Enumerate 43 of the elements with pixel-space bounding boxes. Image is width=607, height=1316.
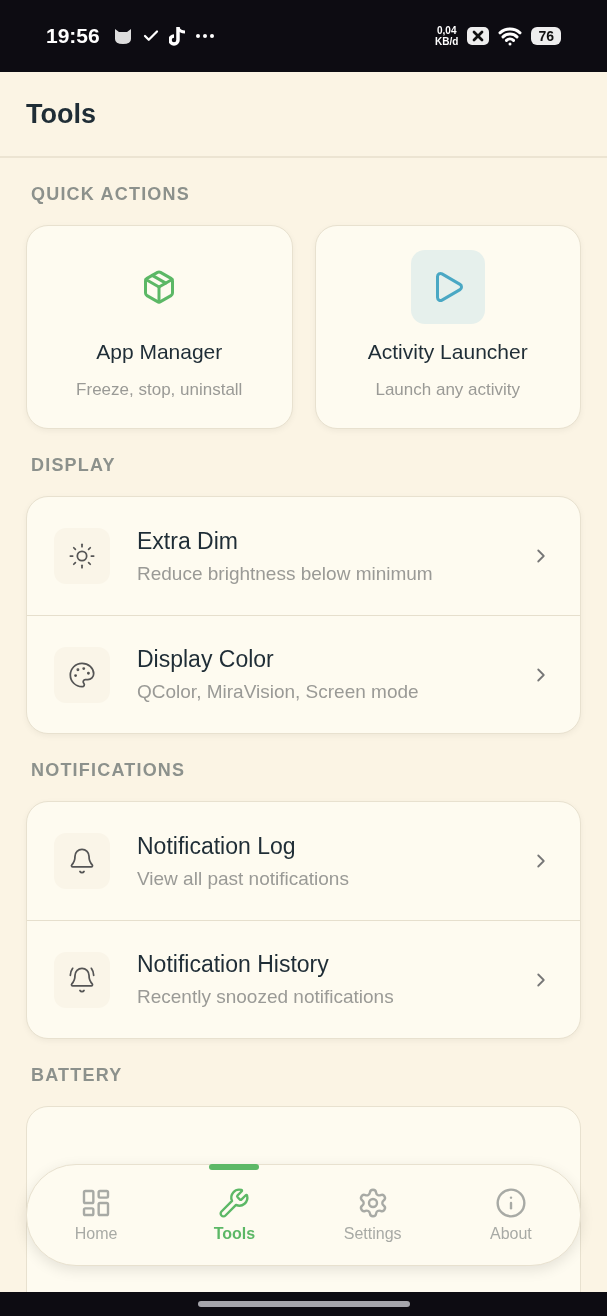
palette-icon: [68, 660, 96, 689]
row-title: Display Color: [137, 646, 275, 673]
row-subtitle: Reduce brightness below minimum: [137, 562, 434, 585]
music-note-icon: [168, 26, 187, 46]
section-heading: BATTERY: [30, 1064, 124, 1087]
nav-label: Home: [74, 1225, 118, 1243]
data-unit: KB/d: [435, 36, 459, 47]
battery-level: 76: [531, 27, 561, 45]
active-indicator: [209, 1164, 260, 1170]
row-subtitle: View all past notifications: [137, 867, 350, 890]
card-subtitle: Freeze, stop, uninstall: [76, 380, 243, 400]
row-subtitle: Recently snoozed notifications: [137, 986, 395, 1008]
page-title: Tools: [26, 98, 96, 130]
tool-row[interactable]: Extra Dim Reduce brightness below minimum: [27, 497, 580, 615]
sun-icon: [68, 542, 96, 570]
card-title: App Manager: [96, 340, 223, 364]
row-title: Notification History: [137, 951, 330, 978]
info-icon: [494, 1187, 527, 1219]
row-title: Extra Dim: [137, 527, 239, 555]
nav-label: Tools: [213, 1225, 256, 1243]
data-rate: 0,04: [437, 25, 457, 36]
gesture-bar[interactable]: [197, 1301, 410, 1307]
quick-action-card[interactable]: App Manager Freeze, stop, uninstall: [26, 225, 293, 429]
no-sim-icon: [467, 27, 490, 45]
row-subtitle: QColor, MiraVision, Screen mode: [137, 681, 420, 703]
nav-label: About: [489, 1225, 532, 1243]
clock: 19:56: [46, 24, 100, 48]
bell-icon: [68, 847, 96, 875]
wrench-icon: [218, 1187, 251, 1219]
tool-row[interactable]: Notification History Recently snoozed notifications: [27, 920, 580, 1038]
card-subtitle: Launch any activity: [375, 380, 521, 400]
more-icon: [195, 33, 214, 39]
cat-icon: [112, 27, 133, 45]
tool-row[interactable]: Notification Log View all past notifications: [27, 802, 580, 920]
tool-row[interactable]: Display Color QColor, MiraVision, Screen mode: [27, 615, 580, 733]
quick-action-card[interactable]: Activity Launcher Launch any activity: [314, 225, 581, 429]
row-title: Notification Log: [137, 832, 297, 860]
ringing-bell-icon: [68, 965, 96, 994]
card-title: Activity Launcher: [367, 340, 528, 364]
section-heading: QUICK ACTIONS: [30, 183, 191, 206]
section-heading: NOTIFICATIONS: [30, 759, 187, 782]
section-heading: DISPLAY: [30, 454, 117, 477]
nav-label: Settings: [343, 1225, 402, 1243]
